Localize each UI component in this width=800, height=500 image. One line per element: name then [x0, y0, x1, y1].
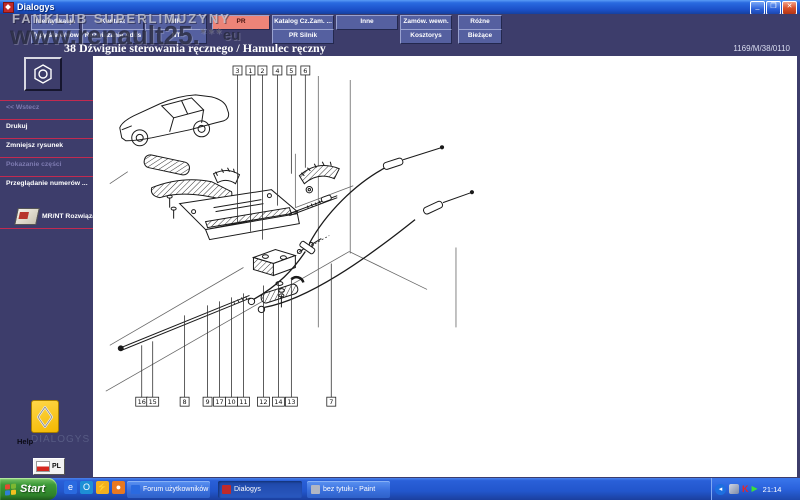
callout-15[interactable]: 15 [146, 341, 160, 407]
task-label: bez tytułu - Paint [323, 486, 376, 493]
parts-hex-button[interactable] [24, 57, 62, 91]
task-label: Dialogys [234, 486, 261, 493]
handbrake-lever-assembly [143, 154, 300, 241]
svg-text:10: 10 [227, 398, 235, 406]
car-illustration [119, 94, 230, 147]
svg-text:15: 15 [149, 398, 157, 406]
sidebar-item-mrnt-solutions[interactable]: MR/NT Rozwiązan... [0, 204, 106, 229]
top-menu: Identyfikacja Typy stare/nowe Kontakt Rozwi… [0, 14, 800, 56]
title-bar[interactable]: Dialogys _ ❐ ✕ [0, 0, 800, 15]
menu-button-różne[interactable]: Różne [458, 15, 502, 30]
callout-16[interactable]: 16 [135, 345, 149, 407]
renault-logo [31, 400, 59, 433]
svg-text:16: 16 [138, 398, 146, 406]
part-callouts: 3 1 2 4 5 616 15 8 9 17 10 11 12 14 13 7 [135, 65, 337, 407]
sidebar: << Wstecz Drukuj Zmniejsz rysunek Pokazanie… [0, 56, 106, 478]
taskbar: Start e O ⚡ ● Forum użytkowników ... Dialogy… [0, 478, 800, 500]
renault-diamond-icon [37, 405, 53, 428]
svg-text:3: 3 [235, 67, 239, 75]
start-button[interactable]: Start [0, 478, 57, 500]
browser-icon[interactable]: O [80, 481, 93, 494]
taskbar-task-dialogys[interactable]: Dialogys [218, 481, 302, 498]
poland-flag-icon [36, 461, 50, 472]
sidebar-item-zmniejsz-rysunek[interactable]: Zmniejsz rysunek [0, 138, 93, 157]
lightning-icon[interactable]: ⚡ [96, 481, 109, 494]
document-icon [14, 207, 40, 225]
kaspersky-icon[interactable]: K [742, 484, 749, 494]
menu-button-katalog-cz-zam-[interactable]: Katalog Cz.Zam. ... [272, 15, 334, 30]
parts-diagram: 3 1 2 4 5 616 15 8 9 17 10 11 12 14 13 7 [105, 65, 475, 407]
menu-button-zamów-wewn-[interactable]: Zamów. wewn. [400, 15, 452, 30]
language-button[interactable]: PL [33, 458, 65, 475]
menu-button-kontakt[interactable]: Kontakt [82, 15, 144, 30]
callout-6[interactable]: 6 [300, 65, 311, 168]
window-title: Dialogys [17, 2, 55, 12]
svg-text:2: 2 [260, 67, 264, 75]
menu-button-inne[interactable]: Inne [336, 15, 398, 30]
close-button[interactable]: ✕ [782, 1, 797, 15]
sidebar-item-przeglądanie-numerów-[interactable]: Przeglądanie numerów ... [0, 176, 93, 195]
svg-text:5: 5 [289, 67, 293, 75]
callout-17[interactable]: 17 [213, 301, 226, 407]
quick-launch: e O ⚡ ● [64, 481, 125, 494]
taskbar-task-bez-tytułu-paint[interactable]: bez tytułu - Paint [307, 481, 390, 498]
callout-11[interactable]: 11 [237, 293, 250, 407]
hide-arrow-icon[interactable]: ◂ [715, 483, 726, 495]
svg-text:9: 9 [206, 398, 210, 406]
hexagon-nut-icon [34, 64, 52, 84]
svg-text:14: 14 [274, 398, 282, 406]
svg-text:12: 12 [259, 398, 267, 406]
paint-icon [311, 485, 320, 494]
svg-text:6: 6 [303, 67, 307, 75]
callout-5[interactable]: 5 [286, 65, 297, 174]
menu-button-pr[interactable]: PR [212, 15, 270, 30]
device-icon[interactable] [729, 484, 739, 494]
callout-7[interactable]: 7 [326, 263, 337, 407]
ie-icon [131, 485, 140, 494]
sidebar-item-drukuj[interactable]: Drukuj [0, 119, 93, 138]
figure-reference: 1169/M/38/0110 [733, 44, 790, 53]
player-icon[interactable]: ▶ [752, 484, 758, 494]
page-header: 38 Dźwignie sterowania ręcznego / Hamule… [0, 40, 800, 56]
svg-text:11: 11 [239, 398, 247, 406]
callout-10[interactable]: 10 [225, 297, 238, 407]
svg-text:7: 7 [329, 398, 333, 406]
diagram-area: 3 1 2 4 5 6 16 15 8 9 17 10 11 12 14 13 7 [93, 56, 797, 477]
restore-button[interactable]: ❐ [766, 1, 781, 15]
svg-text:4: 4 [275, 67, 279, 75]
svg-text:17: 17 [215, 398, 223, 406]
sidebar-item-pokazanie-części: Pokazanie części [0, 157, 93, 176]
language-code: PL [52, 463, 61, 470]
svg-text:1: 1 [248, 67, 252, 75]
ie-icon[interactable]: e [64, 481, 77, 494]
app-icon [3, 1, 14, 13]
callout-8[interactable]: 8 [179, 315, 190, 407]
system-tray: ◂ K ▶ 21:14 [711, 478, 800, 500]
menu-button-identyfikacja[interactable]: Identyfikacja [31, 15, 80, 30]
taskbar-task-forum-użytkowników-[interactable]: Forum użytkowników ... [127, 481, 210, 498]
windows-flag-icon [5, 482, 17, 496]
help-link[interactable]: Help [17, 437, 33, 446]
dialogys-window: Dialogys _ ❐ ✕ Identyfikacja Typy stare/n… [0, 0, 800, 500]
clock: 21:14 [762, 484, 782, 494]
callout-9[interactable]: 9 [202, 305, 213, 407]
task-label: Forum użytkowników ... [143, 486, 210, 493]
menu-button-mr[interactable]: MR [145, 15, 207, 30]
minimize-button[interactable]: _ [750, 1, 765, 15]
svg-text:13: 13 [287, 398, 295, 406]
sidebar-item--wstecz: << Wstecz [0, 100, 93, 119]
perspective-lines [105, 75, 457, 392]
ratchet-detail [289, 161, 340, 217]
svg-text:8: 8 [183, 398, 187, 406]
page-title: 38 Dźwignie sterowania ręcznego / Hamule… [64, 41, 326, 55]
dialogys-ghost-label: DIALOGYS [31, 434, 91, 445]
firefox-icon[interactable]: ● [112, 481, 125, 494]
dialogys-icon [222, 485, 231, 494]
start-label: Start [20, 483, 46, 495]
callout-4[interactable]: 4 [272, 65, 283, 206]
